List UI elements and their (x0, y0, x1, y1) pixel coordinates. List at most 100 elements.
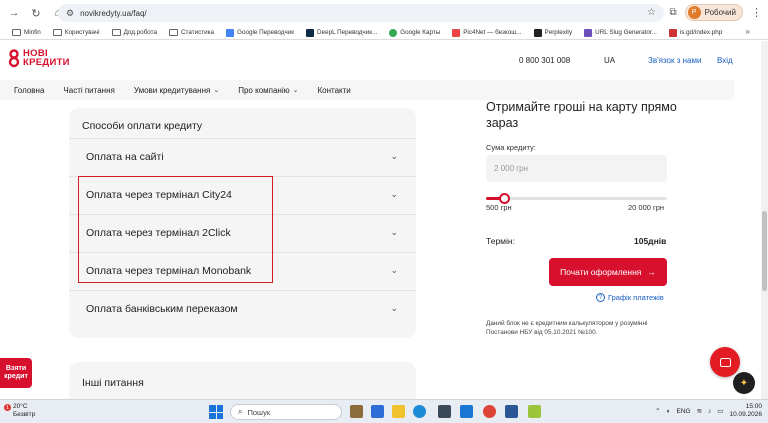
bookmark-google-maps[interactable]: Google Карты (389, 28, 440, 37)
slider-max-label: 20 000 грн (628, 203, 665, 212)
calculator-disclaimer: Даний блок не є кредитним калькулятором … (486, 320, 648, 336)
site-info-icon[interactable]: ⚙ (66, 8, 74, 19)
folder-icon (52, 29, 62, 36)
folder-icon (12, 29, 21, 36)
taskview-icon[interactable] (371, 405, 384, 418)
clock[interactable]: 15:00 10.09.2026 (729, 403, 762, 419)
bookmark-stats[interactable]: Статистика (168, 29, 214, 36)
search-icon: ⌕ (238, 407, 243, 416)
word-icon[interactable] (505, 405, 518, 418)
chevron-down-icon: ⌄ (390, 265, 398, 275)
logo-line-2: КРЕДИТИ (23, 57, 70, 68)
phone-number[interactable]: 0 800 301 008 (519, 56, 570, 65)
bookmark-pic4net[interactable]: Pic4Net — безкош... (452, 28, 522, 37)
login-link[interactable]: Вхід (717, 56, 733, 65)
bookmark-url-slug[interactable]: URL Slug Generator... (584, 28, 657, 37)
site-logo[interactable]: НОВІ КРЕДИТИ (8, 48, 70, 68)
nav-home[interactable]: Головна (14, 86, 44, 95)
url-slug-icon (584, 28, 593, 37)
url-text: novikredyty.ua/faq/ (80, 8, 147, 18)
taskbar-search[interactable]: ⌕ Пошук (230, 404, 342, 420)
profile-button[interactable]: Р Робочий (684, 4, 743, 21)
sparkle-icon: ✦ (739, 377, 749, 389)
chevron-down-icon: ⌄ (390, 151, 398, 161)
taskbar-app-icon[interactable] (350, 405, 363, 418)
bookmark-isgd[interactable]: is.gd/index.php (668, 28, 722, 37)
scrollbar-thumb[interactable] (762, 211, 767, 291)
page-scrollbar[interactable] (761, 41, 768, 399)
sum-input[interactable]: 2 000 грн (486, 155, 667, 182)
menu-icon[interactable]: ⋮ (751, 6, 762, 19)
slider-min-label: 500 грн (486, 203, 512, 212)
term-value: 105днів (634, 236, 667, 246)
system-tray: ⌃ ◐ ENG ≋ ♪ ▭ 15:00 10.09.2026 (655, 403, 762, 419)
more-bookmarks-icon[interactable]: » (746, 27, 750, 36)
arrow-right-icon: → (647, 267, 656, 277)
taskbar-app-icon[interactable] (528, 405, 541, 418)
accordion-pay-bank-transfer[interactable]: Оплата банківським переказом ⌄ (69, 290, 416, 328)
profile-label: Робочий (704, 8, 736, 17)
sum-label: Сума кредиту: (486, 143, 536, 152)
bookmark-deepl[interactable]: DeepL Переводчик... (306, 28, 377, 37)
payment-schedule-link[interactable]: ? Графік платежів (596, 293, 664, 302)
tray-app-icon[interactable]: ◐ (667, 408, 671, 415)
chat-button[interactable] (710, 347, 740, 377)
bookmark-google-translate[interactable]: Google Переводчик (226, 28, 294, 37)
sum-slider[interactable] (486, 193, 667, 204)
weather-alert-icon: 1 (4, 404, 11, 411)
maps-pin-icon (389, 28, 398, 37)
bookmark-perplexity[interactable]: Perplexity (533, 28, 572, 37)
file-explorer-icon[interactable] (392, 405, 405, 418)
folder-icon (111, 29, 121, 36)
profile-avatar: Р (687, 6, 701, 19)
take-credit-button[interactable]: Взяти кредит (0, 358, 32, 388)
wifi-icon[interactable]: ≋ (697, 407, 702, 415)
pic4net-icon (452, 28, 461, 37)
battery-icon[interactable]: ▭ (717, 407, 723, 415)
chevron-down-icon: ⌄ (390, 227, 398, 237)
forward-icon[interactable]: → (6, 5, 22, 21)
reload-icon[interactable]: ↻ (28, 5, 44, 21)
folder-icon (168, 29, 178, 36)
bookmark-users[interactable]: Користувачі (52, 29, 100, 36)
other-questions-card: Інші питання (69, 362, 416, 402)
language-switch[interactable]: UA (604, 56, 615, 65)
chevron-down-icon: ⌄ (292, 87, 299, 94)
nav-about[interactable]: Про компанію ⌄ (238, 86, 298, 95)
site-header: НОВІ КРЕДИТИ 0 800 301 008 UA Зв'язок з … (0, 40, 768, 80)
windows-taskbar: 1 20°C Безвітр ⌕ Пошук ⌃ ◐ ENG ≋ ♪ ▭ 15:… (0, 399, 768, 423)
bookmark-star-icon[interactable]: ☆ (647, 7, 656, 18)
bookmark-minfin[interactable]: Minfin (12, 29, 41, 36)
other-questions-title: Інші питання (82, 377, 144, 389)
assistant-button[interactable]: ✦ (733, 372, 755, 394)
chrome-icon[interactable] (483, 405, 496, 418)
deepl-icon (306, 28, 315, 37)
chevron-down-icon: ⌄ (390, 303, 398, 313)
chat-icon (719, 357, 731, 367)
chevron-down-icon: ⌄ (390, 189, 398, 199)
nav-faq[interactable]: Часті питання (63, 86, 114, 95)
weather-widget[interactable]: 1 20°C Безвітр (4, 403, 35, 419)
nav-credit-terms[interactable]: Умови кредитування ⌄ (134, 86, 219, 95)
taskbar-app-icon[interactable] (438, 405, 451, 418)
help-icon: ? (596, 293, 605, 302)
term-label: Термін: (486, 236, 515, 246)
language-indicator[interactable]: ENG (677, 408, 691, 415)
mail-icon[interactable] (460, 405, 473, 418)
address-bar[interactable]: ⚙ novikredyty.ua/faq/ ☆ (58, 4, 664, 22)
weather-desc: Безвітр (13, 411, 36, 418)
extensions-icon[interactable]: ⧉ (669, 7, 676, 18)
start-application-button[interactable]: Почати оформлення → (549, 258, 667, 286)
bookmark-work[interactable]: Дод.робота (111, 29, 157, 36)
bookmarks-bar: Minfin Користувачі Дод.робота Статистика… (0, 26, 768, 40)
start-button[interactable] (209, 405, 223, 419)
isgd-icon (668, 28, 677, 37)
nav-contacts[interactable]: Контакти (318, 86, 351, 95)
perplexity-icon (533, 28, 542, 37)
contact-link[interactable]: Зв'язок з нами (648, 56, 701, 65)
logo-mark-icon (8, 49, 20, 68)
chevron-up-icon[interactable]: ⌃ (655, 407, 660, 415)
edge-icon[interactable] (413, 405, 426, 418)
volume-icon[interactable]: ♪ (708, 408, 711, 415)
accordion-pay-online[interactable]: Оплата на сайті ⌄ (69, 138, 416, 176)
